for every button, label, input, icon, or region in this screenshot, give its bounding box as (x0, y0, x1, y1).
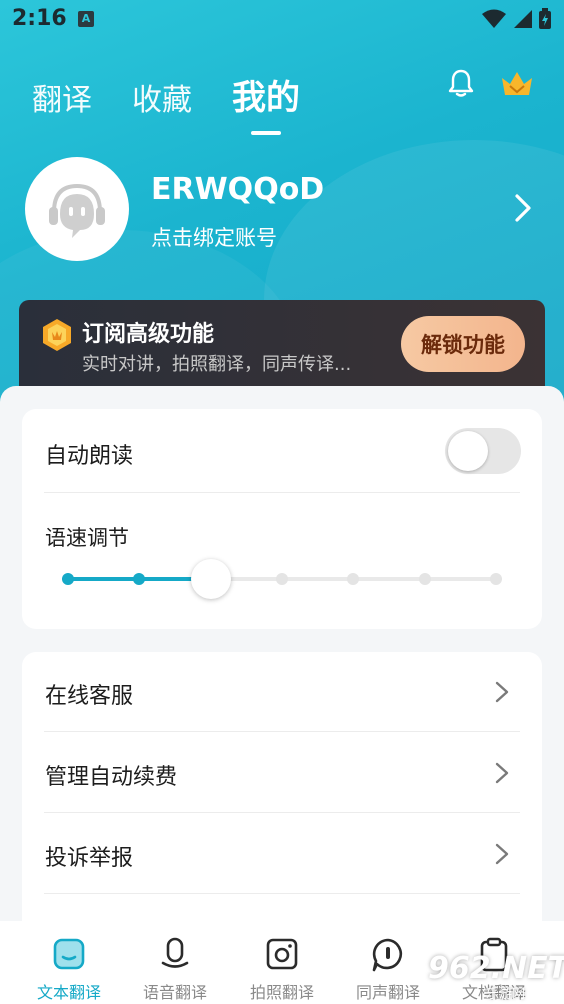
slider-step-dot[interactable] (418, 573, 431, 585)
toggle-knob (448, 431, 488, 471)
menu-item-complaint[interactable]: 投诉举报 (22, 814, 542, 894)
divider (44, 893, 520, 894)
nav-label: 文本翻译 (36, 983, 101, 1002)
battery-icon (539, 8, 551, 29)
slider-step-dot[interactable] (133, 573, 146, 585)
nav-label: 拍照翻译 (249, 983, 314, 1002)
nav-label: 语音翻译 (142, 983, 207, 1002)
avatar[interactable] (25, 157, 129, 261)
username[interactable]: ERWQQoD (151, 172, 324, 207)
crown-icon[interactable] (500, 70, 534, 98)
status-icons (482, 8, 552, 30)
nav-text-translate[interactable]: 文本翻译 (16, 921, 122, 1004)
top-tabs: 翻译 收藏 我的 (32, 70, 300, 135)
microphone-icon (161, 937, 189, 968)
wifi-icon (482, 9, 506, 28)
menu-item-label: 投诉举报 (45, 846, 134, 871)
slider-step-dot[interactable] (276, 573, 288, 585)
menu-item-auto-renew[interactable]: 管理自动续费 (22, 733, 542, 813)
nav-voice-translate[interactable]: 语音翻译 (122, 921, 228, 1004)
simultaneous-icon (372, 938, 403, 972)
auto-read-label: 自动朗读 (45, 444, 134, 469)
vip-badge-icon (43, 319, 71, 351)
camera-icon (266, 938, 298, 970)
chevron-right-icon (495, 681, 509, 703)
headset-avatar-icon (49, 183, 105, 238)
slider-step-dot[interactable] (62, 573, 74, 585)
notification-badge: A (78, 11, 94, 27)
auto-read-toggle[interactable] (445, 428, 521, 474)
menu-item-label: 在线客服 (45, 684, 134, 709)
speed-label: 语速调节 (45, 526, 129, 550)
bind-account-link[interactable]: 点击绑定账号 (151, 222, 277, 252)
divider (44, 731, 520, 732)
nav-simultaneous-translate[interactable]: 同声翻译 (335, 921, 441, 1004)
menu-card: 在线客服 管理自动续费 投诉举报 (22, 652, 542, 952)
tab-mine[interactable]: 我的 (232, 70, 300, 135)
vip-subtitle: 实时对讲，拍照翻译，同声传译... (82, 354, 352, 375)
tab-translate[interactable]: 翻译 (32, 75, 92, 119)
menu-item-customer-service[interactable]: 在线客服 (22, 652, 542, 732)
text-translate-icon (53, 938, 85, 970)
nav-photo-translate[interactable]: 拍照翻译 (229, 921, 335, 1004)
divider (44, 492, 520, 493)
chevron-right-icon (495, 843, 509, 865)
nav-label: 同声翻译 (355, 983, 420, 1002)
watermark-subtitle: 乐游网 (486, 987, 526, 1002)
bell-icon[interactable] (446, 68, 476, 98)
watermark-logo: 962.NET (428, 951, 564, 986)
slider-thumb[interactable] (190, 559, 231, 599)
speed-slider[interactable] (60, 559, 506, 599)
slider-step-dot[interactable] (347, 573, 360, 585)
signal-icon (514, 10, 532, 28)
unlock-button[interactable]: 解锁功能 (401, 316, 525, 372)
tab-favorites[interactable]: 收藏 (132, 75, 192, 119)
menu-item-label: 管理自动续费 (45, 765, 178, 790)
status-time: 2:16 (12, 6, 67, 31)
vip-banner[interactable]: 订阅高级功能 实时对讲，拍照翻译，同声传译... 解锁功能 (19, 300, 545, 400)
settings-card: 自动朗读 语速调节 (22, 409, 542, 629)
vip-title: 订阅高级功能 (82, 322, 215, 347)
status-bar: 2:16 A (0, 0, 564, 40)
chevron-right-icon[interactable] (512, 192, 534, 224)
slider-step-dot[interactable] (490, 573, 502, 585)
chevron-right-icon (495, 762, 509, 784)
divider (44, 812, 520, 813)
